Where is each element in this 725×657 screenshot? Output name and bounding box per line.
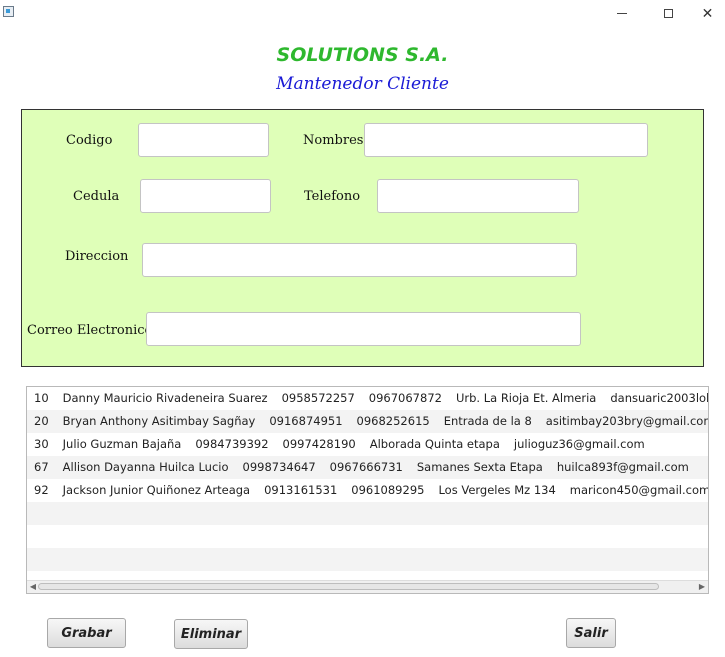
close-button[interactable]: ✕ bbox=[690, 0, 725, 27]
close-icon: ✕ bbox=[701, 5, 714, 22]
codigo-input[interactable] bbox=[138, 123, 269, 157]
maximize-button[interactable] bbox=[645, 0, 691, 27]
minimize-button[interactable] bbox=[599, 0, 645, 27]
table-row[interactable]: 30 Julio Guzman Bajaña 0984739392 099742819… bbox=[27, 433, 708, 456]
clients-table[interactable]: 10 Danny Mauricio Rivadeneira Suarez 09585… bbox=[26, 386, 709, 594]
table-row[interactable]: 92 Jackson Junior Quiñonez Arteaga 0913161… bbox=[27, 479, 708, 502]
cedula-input[interactable] bbox=[140, 179, 271, 213]
table-row-empty bbox=[27, 548, 708, 571]
scroll-right-icon[interactable]: ▶ bbox=[697, 581, 707, 593]
grabar-button[interactable]: Grabar bbox=[47, 618, 126, 648]
scrollbar-thumb[interactable] bbox=[38, 583, 659, 590]
table-row-empty bbox=[27, 502, 708, 525]
correo-label: Correo Electronico bbox=[27, 323, 153, 338]
title-bar: ✕ bbox=[0, 0, 725, 27]
company-title: SOLUTIONS S.A. bbox=[276, 44, 449, 66]
table-row[interactable]: 20 Bryan Anthony Asitimbay Sagñay 09168749… bbox=[27, 410, 708, 433]
table-row-empty bbox=[27, 525, 708, 548]
nombres-input[interactable] bbox=[364, 123, 648, 157]
maximize-icon bbox=[663, 9, 673, 18]
page-subtitle: Mantenedor Cliente bbox=[276, 74, 449, 94]
nombres-label: Nombres bbox=[303, 133, 364, 148]
table-row[interactable]: 67 Allison Dayanna Huilca Lucio 0998734647… bbox=[27, 456, 708, 479]
telefono-label: Telefono bbox=[304, 189, 361, 204]
eliminar-button[interactable]: Eliminar bbox=[174, 619, 248, 649]
table-row[interactable]: 10 Danny Mauricio Rivadeneira Suarez 09585… bbox=[27, 387, 708, 410]
scroll-left-icon[interactable]: ◀ bbox=[28, 581, 38, 593]
horizontal-scrollbar[interactable]: ◀ ▶ bbox=[27, 580, 708, 593]
correo-input[interactable] bbox=[146, 312, 581, 346]
direccion-input[interactable] bbox=[142, 243, 577, 277]
minimize-icon bbox=[617, 13, 627, 14]
salir-button[interactable]: Salir bbox=[566, 618, 616, 648]
telefono-input[interactable] bbox=[377, 179, 579, 213]
cedula-label: Cedula bbox=[73, 189, 120, 204]
client-form-panel: Codigo Nombres Cedula Telefono Direccion… bbox=[21, 109, 704, 367]
direccion-label: Direccion bbox=[65, 249, 129, 264]
codigo-label: Codigo bbox=[66, 133, 113, 148]
app-icon bbox=[3, 6, 14, 17]
